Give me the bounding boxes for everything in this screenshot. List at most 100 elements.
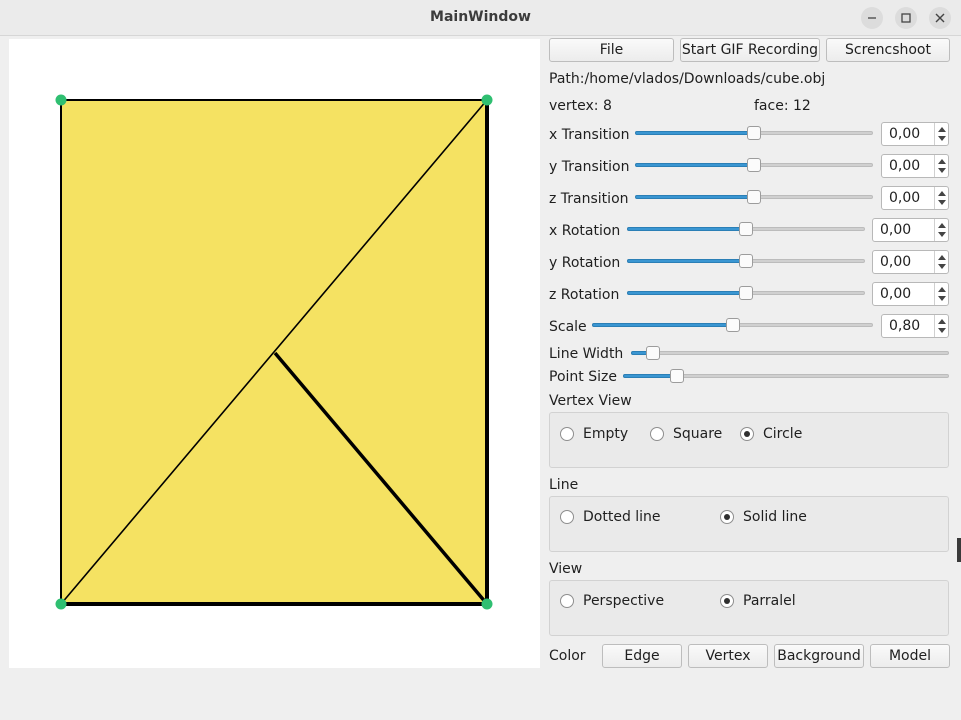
slider-fill	[627, 259, 746, 263]
radio-indicator[interactable]	[560, 510, 574, 524]
arrow-up-icon[interactable]	[938, 287, 946, 292]
radio-label: Perspective	[583, 593, 665, 609]
arrow-up-icon[interactable]	[938, 319, 946, 324]
y-transition-slider[interactable]	[635, 157, 873, 175]
spinbox-arrows[interactable]	[934, 187, 948, 209]
radio-indicator[interactable]	[650, 427, 664, 441]
radio-indicator[interactable]	[560, 427, 574, 441]
minimize-button[interactable]	[861, 7, 883, 29]
z-rotation-slider[interactable]	[627, 285, 865, 303]
spinbox-value: 0,00	[880, 254, 912, 270]
arrow-up-icon[interactable]	[938, 127, 946, 132]
arrow-up-icon[interactable]	[938, 255, 946, 260]
window-edge-marker	[957, 538, 961, 562]
line-width-slider[interactable]	[631, 345, 949, 363]
scale-spinbox[interactable]: 0,80	[881, 314, 949, 338]
color-label: Color	[549, 648, 586, 664]
x-transition-slider[interactable]	[635, 125, 873, 143]
slider-handle[interactable]	[747, 190, 761, 204]
vertex-view-label: Vertex View	[549, 393, 632, 409]
slider-fill	[635, 195, 754, 199]
slider-handle[interactable]	[747, 126, 761, 140]
y-transition-label: y Transition	[549, 159, 630, 175]
z-rotation-label: z Rotation	[549, 287, 620, 303]
z-rotation-spinbox[interactable]: 0,00	[872, 282, 949, 306]
minimize-icon	[868, 17, 876, 19]
spinbox-value: 0,00	[880, 286, 912, 302]
edge-color-button[interactable]: Edge	[602, 644, 682, 668]
maximize-icon	[901, 13, 911, 23]
window-title: MainWindow	[430, 9, 531, 25]
arrow-down-icon[interactable]	[938, 136, 946, 141]
slider-handle[interactable]	[747, 158, 761, 172]
slider-fill	[627, 291, 746, 295]
x-rotation-spinbox[interactable]: 0,00	[872, 218, 949, 242]
gif-recording-button[interactable]: Start GIF Recording	[680, 38, 820, 62]
x-rotation-label: x Rotation	[549, 223, 621, 239]
vertex-point	[481, 598, 493, 610]
vertex-point	[55, 94, 67, 106]
slider-handle[interactable]	[739, 222, 753, 236]
arrow-down-icon[interactable]	[938, 328, 946, 333]
arrow-up-icon[interactable]	[938, 191, 946, 196]
vertex-point	[481, 94, 493, 106]
y-transition-spinbox[interactable]: 0,00	[881, 154, 949, 178]
slider-handle[interactable]	[739, 254, 753, 268]
z-transition-spinbox[interactable]: 0,00	[881, 186, 949, 210]
spinbox-arrows[interactable]	[934, 251, 948, 273]
spinbox-arrows[interactable]	[934, 315, 948, 337]
scale-slider[interactable]	[592, 317, 873, 335]
line-group: Dotted line Solid line	[549, 496, 949, 552]
arrow-down-icon[interactable]	[938, 264, 946, 269]
slider-track	[631, 351, 949, 355]
spinbox-value: 0,00	[889, 158, 921, 174]
arrow-down-icon[interactable]	[938, 168, 946, 173]
slider-fill	[635, 163, 754, 167]
arrow-down-icon[interactable]	[938, 232, 946, 237]
slider-handle[interactable]	[739, 286, 753, 300]
y-rotation-slider[interactable]	[627, 253, 865, 271]
close-button[interactable]	[929, 7, 951, 29]
x-rotation-slider[interactable]	[627, 221, 865, 239]
vertex-point	[55, 598, 67, 610]
spinbox-arrows[interactable]	[934, 123, 948, 145]
radio-indicator[interactable]	[720, 594, 734, 608]
radio-indicator[interactable]	[560, 594, 574, 608]
spinbox-arrows[interactable]	[934, 219, 948, 241]
arrow-down-icon[interactable]	[938, 200, 946, 205]
vertex-color-button[interactable]: Vertex	[688, 644, 768, 668]
arrow-up-icon[interactable]	[938, 223, 946, 228]
radio-label: Square	[673, 426, 723, 442]
y-rotation-spinbox[interactable]: 0,00	[872, 250, 949, 274]
slider-handle[interactable]	[646, 346, 661, 360]
slider-handle[interactable]	[725, 318, 740, 332]
screenshot-button[interactable]: Screncshoot	[826, 38, 950, 62]
close-icon	[935, 13, 945, 23]
model-path: Path:/home/vlados/Downloads/cube.obj	[549, 71, 826, 87]
view-group: Perspective Parralel	[549, 580, 949, 636]
x-transition-spinbox[interactable]: 0,00	[881, 122, 949, 146]
radio-indicator[interactable]	[720, 510, 734, 524]
slider-handle[interactable]	[669, 369, 684, 383]
slider-fill	[627, 227, 746, 231]
maximize-button[interactable]	[895, 7, 917, 29]
spinbox-arrows[interactable]	[934, 155, 948, 177]
background-color-button[interactable]: Background	[774, 644, 864, 668]
model-viewport[interactable]	[9, 39, 540, 668]
slider-fill	[592, 323, 733, 327]
spinbox-value: 0,00	[889, 126, 921, 142]
model-color-button[interactable]: Model	[870, 644, 950, 668]
arrow-up-icon[interactable]	[938, 159, 946, 164]
y-rotation-label: y Rotation	[549, 255, 621, 271]
radio-indicator[interactable]	[740, 427, 754, 441]
x-transition-label: x Transition	[549, 127, 630, 143]
slider-fill	[623, 374, 677, 378]
spinbox-arrows[interactable]	[934, 283, 948, 305]
spinbox-value: 0,80	[889, 318, 921, 334]
arrow-down-icon[interactable]	[938, 296, 946, 301]
view-label: View	[549, 561, 583, 577]
file-button[interactable]: File	[549, 38, 674, 62]
radio-label: Dotted line	[583, 509, 661, 525]
point-size-slider[interactable]	[623, 368, 949, 386]
z-transition-slider[interactable]	[635, 189, 873, 207]
